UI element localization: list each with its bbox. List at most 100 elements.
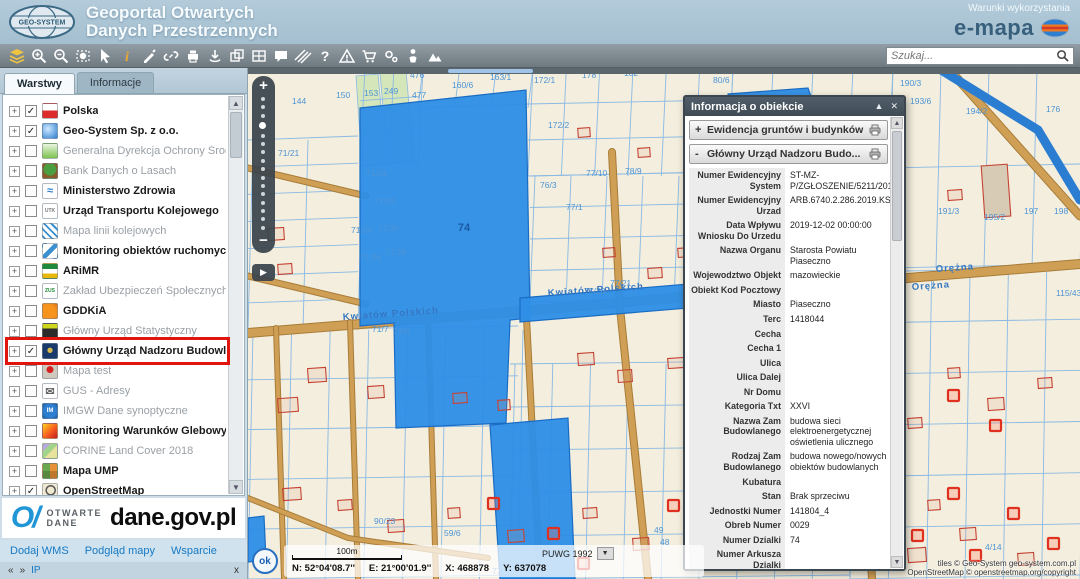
zoom-out-button[interactable]: −: [259, 234, 268, 248]
zoom-level-dot[interactable]: [261, 97, 265, 101]
layer-row-gunb[interactable]: +✓Główny Urząd Nadzoru Budowlanego: [9, 341, 226, 361]
scroll-up-icon[interactable]: ▲: [229, 96, 243, 110]
tool-split-view[interactable]: [248, 46, 269, 66]
tool-zoom-out[interactable]: [50, 46, 71, 66]
expand-icon[interactable]: +: [9, 386, 20, 397]
scroll-thumb[interactable]: [230, 112, 242, 158]
zoom-level-dot[interactable]: [261, 192, 265, 196]
layer-row-corine[interactable]: +CORINE Land Cover 2018: [9, 441, 226, 461]
footer-link-dodaj-wms[interactable]: Dodaj WMS: [10, 545, 69, 557]
expand-icon[interactable]: +: [9, 106, 20, 117]
dane-gov-banner[interactable]: O/ OTWARTEDANE dane.gov.pl: [2, 498, 245, 538]
tool-select-extent[interactable]: [72, 46, 93, 66]
layer-checkbox[interactable]: [25, 385, 37, 397]
panel-scrollbar[interactable]: ▲ ▼: [890, 117, 903, 568]
tool-zoom-in[interactable]: [28, 46, 49, 66]
scroll-down-icon[interactable]: ▼: [229, 480, 243, 494]
layer-checkbox[interactable]: [25, 285, 37, 297]
expand-icon[interactable]: +: [9, 306, 20, 317]
expand-icon[interactable]: +: [9, 346, 20, 357]
tab-warstwy[interactable]: Warstwy: [4, 73, 75, 94]
info-panel-header[interactable]: Informacja o obiekcie ▲ ✕: [685, 97, 904, 116]
layer-checkbox[interactable]: ✓: [25, 105, 37, 117]
layer-row-utk[interactable]: +UTKUrząd Transportu Kolejowego: [9, 201, 226, 221]
print-section-icon[interactable]: [868, 148, 882, 160]
layer-row-gddkia[interactable]: +GDDKiA: [9, 301, 226, 321]
expand-icon[interactable]: +: [9, 226, 20, 237]
tool-print[interactable]: [182, 46, 203, 66]
next-arrow[interactable]: »: [20, 565, 26, 576]
search-icon[interactable]: [1056, 49, 1069, 62]
zoom-level-dot[interactable]: [261, 217, 265, 221]
tab-informacje[interactable]: Informacje: [77, 72, 154, 93]
layer-row-gdos[interactable]: +Generalna Dyrekcja Ochrony Środowiska: [9, 141, 226, 161]
map-horizontal-scrollbar[interactable]: [248, 68, 1080, 74]
panel-collapse-icon[interactable]: ▲: [875, 101, 884, 112]
expand-icon[interactable]: +: [9, 446, 20, 457]
zoom-level-dot[interactable]: [261, 142, 265, 146]
layer-checkbox[interactable]: [25, 325, 37, 337]
expand-icon[interactable]: +: [9, 206, 20, 217]
tool-measure[interactable]: [292, 46, 313, 66]
layer-checkbox[interactable]: [25, 185, 37, 197]
zoom-level-dot[interactable]: [261, 209, 265, 213]
expand-icon[interactable]: +: [9, 146, 20, 157]
layer-list-scrollbar[interactable]: ▲ ▼: [228, 96, 243, 494]
terms-link[interactable]: Warunki wykorzystania: [954, 3, 1070, 14]
zoom-level-dot[interactable]: [261, 226, 265, 230]
layer-checkbox[interactable]: [25, 165, 37, 177]
tool-copy-view[interactable]: [226, 46, 247, 66]
ok-button[interactable]: ok: [252, 548, 278, 574]
layer-row-polska[interactable]: +✓Polska: [9, 101, 226, 121]
tool-draw[interactable]: [138, 46, 159, 66]
layer-checkbox[interactable]: ✓: [25, 345, 37, 357]
expand-icon[interactable]: +: [9, 126, 20, 137]
layer-row-imgw[interactable]: +IMIMGW Dane synoptyczne: [9, 401, 226, 421]
layer-checkbox[interactable]: [25, 465, 37, 477]
zoom-level-dot[interactable]: [261, 159, 265, 163]
layer-row-geosystem[interactable]: +✓Geo-System Sp. z o.o.: [9, 121, 226, 141]
layer-row-gleby[interactable]: +Monitoring Warunków Glebowych: [9, 421, 226, 441]
layer-checkbox[interactable]: [25, 245, 37, 257]
layer-row-adresy[interactable]: +✉GUS - Adresy: [9, 381, 226, 401]
layer-row-arimr[interactable]: +ARiMR: [9, 261, 226, 281]
tool-link[interactable]: [160, 46, 181, 66]
layer-checkbox[interactable]: [25, 305, 37, 317]
tool-pointer[interactable]: [94, 46, 115, 66]
expand-icon[interactable]: +: [9, 466, 20, 477]
zoom-level-dot[interactable]: [261, 134, 265, 138]
expand-icon[interactable]: +: [9, 406, 20, 417]
layer-row-koleje[interactable]: +Mapa linii kolejowych: [9, 221, 226, 241]
layer-checkbox[interactable]: [25, 205, 37, 217]
ip-link[interactable]: IP: [31, 565, 40, 576]
section-toggle-1[interactable]: -Główny Urząd Nadzoru Budo...: [689, 144, 888, 164]
layer-checkbox[interactable]: ✓: [25, 485, 37, 496]
layer-row-ump[interactable]: +Mapa UMP: [9, 461, 226, 481]
expand-icon[interactable]: +: [9, 246, 20, 257]
zoom-level-dot[interactable]: [261, 167, 265, 171]
panel-scroll-down-icon[interactable]: ▼: [891, 556, 903, 568]
layer-row-zdrowie[interactable]: +≈Ministerstwo Zdrowia: [9, 181, 226, 201]
layer-checkbox[interactable]: [25, 425, 37, 437]
layer-row-mapatest[interactable]: +Mapa test: [9, 361, 226, 381]
expand-icon[interactable]: +: [9, 426, 20, 437]
expand-icon[interactable]: +: [9, 186, 20, 197]
expand-icon[interactable]: +: [9, 366, 20, 377]
section-expand-icon[interactable]: -: [695, 148, 707, 160]
layer-row-ruchome[interactable]: +Monitoring obiektów ruchomych: [9, 241, 226, 261]
zoom-in-button[interactable]: +: [259, 79, 268, 93]
layer-row-lasy[interactable]: +Bank Danych o Lasach: [9, 161, 226, 181]
expand-icon[interactable]: +: [9, 266, 20, 277]
tool-report[interactable]: [336, 46, 357, 66]
search-input[interactable]: [891, 50, 1056, 62]
zoom-level-dot[interactable]: [259, 122, 266, 129]
layer-checkbox[interactable]: [25, 265, 37, 277]
layer-checkbox[interactable]: [25, 145, 37, 157]
layer-checkbox[interactable]: [25, 365, 37, 377]
tool-settings[interactable]: [380, 46, 401, 66]
section-toggle-0[interactable]: +Ewidencja gruntów i budynków: [689, 120, 888, 140]
tool-cart[interactable]: [358, 46, 379, 66]
layer-row-zus[interactable]: +ZUSZakład Ubezpieczeń Społecznych: [9, 281, 226, 301]
map-canvas[interactable]: 144150153249476477160/6163/1172/11781828…: [248, 68, 1080, 579]
map-area[interactable]: 144150153249476477160/6163/1172/11781828…: [248, 68, 1080, 579]
